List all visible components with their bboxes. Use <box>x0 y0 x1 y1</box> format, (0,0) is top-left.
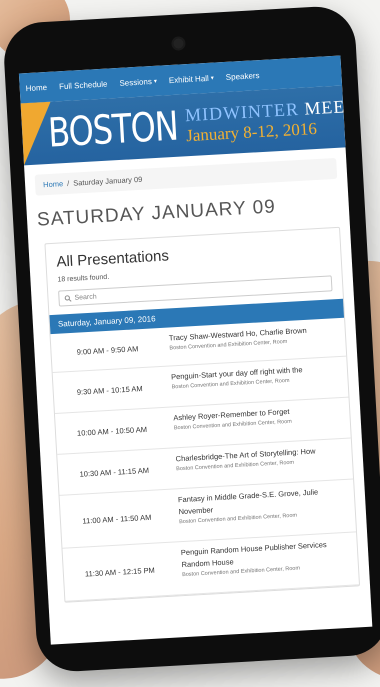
front-camera <box>173 38 184 49</box>
nav-sessions[interactable]: Sessions ▾ <box>119 76 158 88</box>
session-time: 11:30 AM - 12:15 PM <box>84 565 156 579</box>
phone-frame: Home Full Schedule Sessions ▾ Exhibit Hal… <box>2 4 380 674</box>
breadcrumb: Home / Saturday January 09 <box>34 157 338 196</box>
search-icon <box>64 294 72 302</box>
banner-text: MIDWINTER MEETING January 8-12, 2016 <box>184 93 345 146</box>
session-time: 10:00 AM - 10:50 AM <box>76 424 148 438</box>
banner-city: BOSTON <box>46 101 179 157</box>
page-content: Home / Saturday January 09 SATURDAY JANU… <box>24 147 370 603</box>
page-title: SATURDAY JANUARY 09 <box>36 196 277 231</box>
phone-screen: Home Full Schedule Sessions ▾ Exhibit Hal… <box>18 55 373 645</box>
session-info: Ashley Royer-Remember to Forget Boston Co… <box>167 401 293 448</box>
session-info: Penguin-Start your day off right with th… <box>165 359 305 407</box>
breadcrumb-current: Saturday January 09 <box>72 174 143 188</box>
chevron-down-icon: ▾ <box>153 78 158 85</box>
nav-home[interactable]: Home <box>25 82 47 92</box>
session-info: Penguin Random House Publisher Services R… <box>174 534 329 594</box>
presentations-panel: All Presentations 18 results found. Sear… <box>44 226 361 603</box>
session-time: 10:30 AM - 11:15 AM <box>79 465 150 479</box>
nav-full-schedule[interactable]: Full Schedule <box>59 79 108 91</box>
breadcrumb-home-link[interactable]: Home <box>43 179 63 189</box>
session-time: 11:00 AM - 11:50 AM <box>82 512 152 526</box>
session-time: 9:00 AM - 9:50 AM <box>76 343 139 357</box>
nav-exhibit-hall[interactable]: Exhibit Hall ▾ <box>169 73 214 84</box>
session-info: Fantasy in Middle Grade-S.E. Grove, Juli… <box>171 481 320 541</box>
nav-speakers[interactable]: Speakers <box>226 71 260 82</box>
session-info: Charlesbridge-The Art of Storytelling: H… <box>169 441 317 489</box>
session-list: 9:00 AM - 9:50 AM Tracy Shaw-Westward Ho,… <box>50 317 360 602</box>
session-time: 9:30 AM - 10:15 AM <box>76 383 143 397</box>
chevron-down-icon: ▾ <box>210 75 214 82</box>
breadcrumb-separator: / <box>66 178 70 188</box>
search-placeholder: Search <box>74 292 97 302</box>
banner-title-b: MEETING <box>303 93 346 119</box>
session-info: Tracy Shaw-Westward Ho, Charlie Brown Bos… <box>162 320 308 366</box>
